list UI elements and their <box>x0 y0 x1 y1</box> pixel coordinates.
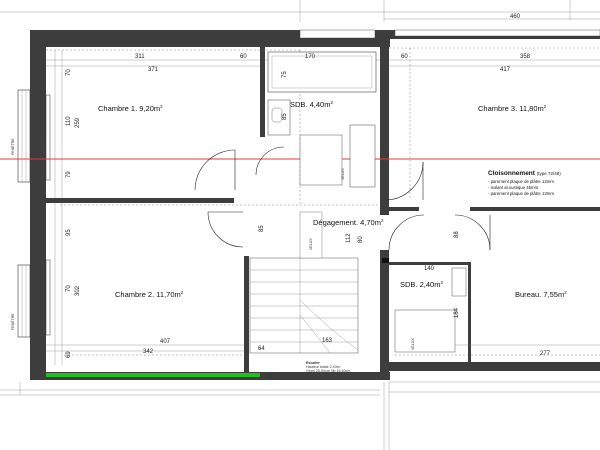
partition-legend: Cloisonnement (type 72/48) - parement pl… <box>488 170 561 196</box>
dim-sdb-top-a: 60 <box>240 54 247 60</box>
dim-c2-left-c: 70 <box>66 285 72 292</box>
room-chambre2: Chambre 2. 11,70m2 <box>115 290 184 299</box>
dim-c1-top-a: 311 <box>135 54 145 60</box>
dim-stair: 163 <box>322 338 333 344</box>
dim-c3-top-a: 60 <box>401 54 408 60</box>
dim-c1-left-d: 79 <box>66 171 72 178</box>
room-sdb1: SDB. 4,40m2 <box>290 100 333 109</box>
dim-c1-left-a: 70 <box>66 69 72 76</box>
bureau-velux-label: VELUX <box>411 338 415 350</box>
dim-sdb2-side: 184 <box>454 307 460 318</box>
dim-sdb-inner: 85 <box>282 113 288 120</box>
stairs <box>249 211 389 354</box>
room-degagement: Dégagement. 4,70m2 <box>313 218 384 227</box>
legend-line-2: - isolant acoustique 45mm <box>488 185 539 190</box>
dim-sdb2-top: 140 <box>424 266 435 272</box>
dim-c3-top-b: 417 <box>500 67 511 73</box>
dim-c3-top-c: 358 <box>520 54 531 60</box>
dim-sdb-side: 75 <box>282 71 288 78</box>
legend-line-1: - parement plaque de plâtre 13mm <box>488 179 554 184</box>
exterior-bottom <box>0 381 600 450</box>
dim-deg-b: 112 <box>346 233 352 243</box>
dim-deg-c: 80 <box>358 236 364 243</box>
room-sdb2: SDB. 2,40m2 <box>400 280 443 289</box>
dim-c1-left-b: 259 <box>75 117 81 128</box>
dim-c1-top-b: 371 <box>148 67 159 73</box>
room-chambre3: Chambre 3. 11,80m2 <box>478 104 547 113</box>
top-reference-lines: 460 <box>0 0 600 22</box>
dim-c2-bottom-a: 407 <box>160 339 171 345</box>
dim-sdb-top-b: 170 <box>305 54 316 60</box>
dim-c2-bottom-c: 64 <box>258 346 265 352</box>
room-chambre1: Chambre 1. 9,20m2 <box>98 104 163 113</box>
legend-line-3: - parement plaque de plâtre 13mm <box>488 191 554 196</box>
dim-c1-left-c: 110 <box>66 116 72 126</box>
dim-c2-left-a: 95 <box>66 229 72 236</box>
dim-c2-left-b: 302 <box>75 285 81 296</box>
dim-c2-bottom-b: 342 <box>143 349 154 355</box>
sdb1-velux-label: VELUX <box>341 168 345 180</box>
dim-c2-left-d: 69 <box>66 351 72 358</box>
dim-bureau-bottom: 277 <box>540 351 551 357</box>
stair-line-2: Giron 25,5Xcm Nb 16,40cm <box>306 369 350 373</box>
legend-title: Cloisonnement (type 72/48) <box>488 170 561 177</box>
floor-plan: 460 FENÊTRE FENÊTRE Chambre 1. 9,20m2 SD… <box>0 0 600 450</box>
room-bureau: Bureau. 7,55m2 <box>515 290 567 299</box>
stair-velux-label: VELUX <box>309 238 313 250</box>
dim-deg-a: 85 <box>259 225 265 232</box>
dim-top-right: 460 <box>510 14 521 20</box>
green-marker <box>46 373 260 377</box>
window-label-left-bottom: FENÊTRE <box>10 313 15 330</box>
dim-deg-d: 88 <box>454 231 460 238</box>
window-label-left-top: FENÊTRE <box>10 138 15 155</box>
doors <box>194 146 491 251</box>
